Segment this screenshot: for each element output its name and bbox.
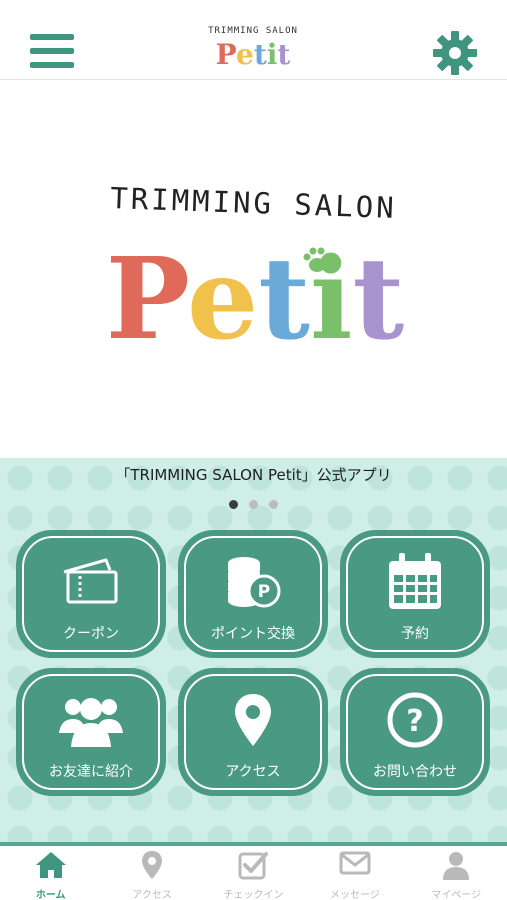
coupon-label: クーポン [63, 626, 119, 642]
question-circle-icon: ? [343, 689, 487, 751]
tab-checkin-label: チェックイン [223, 890, 284, 900]
hamburger-menu-button[interactable] [30, 34, 74, 70]
map-pin-icon [101, 850, 202, 882]
tab-mypage-label: マイページ [431, 890, 482, 900]
reservation-label: 予約 [401, 626, 429, 642]
header-logo-subtitle: TRIMMING SALON [208, 26, 298, 36]
coin-points-icon: P [181, 551, 325, 613]
logo-letter-p: P [106, 238, 188, 358]
menu-bar [30, 62, 74, 68]
svg-text:P: P [258, 582, 270, 602]
points-exchange-tile-button[interactable]: P ポイント交換 [178, 530, 328, 658]
user-icon [406, 850, 507, 882]
tab-message[interactable]: メッセージ [304, 846, 405, 900]
menu-bar [30, 48, 74, 54]
logo-letter-t: t [353, 238, 405, 358]
settings-button[interactable] [432, 30, 478, 76]
bottom-tab-bar: ホーム アクセス チェックイン メッセージ マイページ [0, 842, 507, 900]
reservation-tile-button[interactable]: 予約 [340, 530, 490, 658]
carousel-dot-3[interactable] [269, 500, 279, 509]
tab-home-label: ホーム [35, 890, 66, 900]
carousel-dot-2[interactable] [249, 500, 258, 509]
contact-label: お問い合わせ [373, 764, 457, 780]
hero-logo-subtitle: TRIMMING SALON [109, 181, 398, 225]
hero-banner: TRIMMING SALON Petit [0, 80, 507, 458]
tab-message-label: メッセージ [329, 890, 380, 900]
gear-icon [433, 31, 477, 75]
header-logo[interactable]: TRIMMING SALON Petit [203, 26, 303, 76]
coupon-ticket-icon [19, 551, 163, 613]
app-header: TRIMMING SALON Petit [0, 0, 507, 80]
contact-tile-button[interactable]: ? お問い合わせ [340, 668, 490, 796]
carousel-caption: 「TRIMMING SALON Petit」公式アプリ [115, 466, 392, 484]
tab-checkin[interactable]: チェックイン [203, 846, 304, 900]
header-logo-wordmark: Petit [216, 38, 291, 71]
checkbox-icon [203, 850, 304, 882]
logo-letter-p: P [216, 38, 237, 71]
carousel-indicator [0, 494, 507, 513]
logo-letter-t: t [254, 38, 267, 71]
refer-friend-label: お友達に紹介 [49, 764, 133, 780]
logo-letter-e: e [187, 238, 258, 358]
coupon-tile-button[interactable]: クーポン [16, 530, 166, 658]
refer-friend-tile-button[interactable]: お友達に紹介 [16, 668, 166, 796]
tab-access-label: アクセス [132, 890, 172, 900]
mail-icon [304, 850, 405, 882]
tab-access[interactable]: アクセス [101, 846, 202, 900]
home-icon [0, 850, 101, 882]
map-pin-icon [181, 689, 325, 751]
logo-letter-e: e [236, 38, 254, 71]
menu-bar [30, 34, 74, 40]
access-tile-button[interactable]: アクセス [178, 668, 328, 796]
logo-letter-i: i [267, 38, 278, 71]
calendar-icon [343, 551, 487, 613]
paw-print-icon [303, 247, 331, 272]
tab-home[interactable]: ホーム [0, 846, 101, 900]
people-group-icon [19, 689, 163, 751]
logo-letter-t: t [277, 38, 290, 71]
header-logo-text: Petit [216, 38, 291, 71]
points-exchange-label: ポイント交換 [211, 626, 295, 642]
menu-panel: 「TRIMMING SALON Petit」公式アプリ クーポン P ポイント交… [0, 458, 507, 842]
carousel-dot-1[interactable] [228, 500, 238, 509]
tab-mypage[interactable]: マイページ [406, 846, 507, 900]
access-label: アクセス [225, 764, 281, 780]
hero-logo-text: Petit [106, 238, 405, 358]
svg-text:?: ? [406, 704, 423, 739]
hero-logo-wordmark: Petit [106, 238, 405, 358]
